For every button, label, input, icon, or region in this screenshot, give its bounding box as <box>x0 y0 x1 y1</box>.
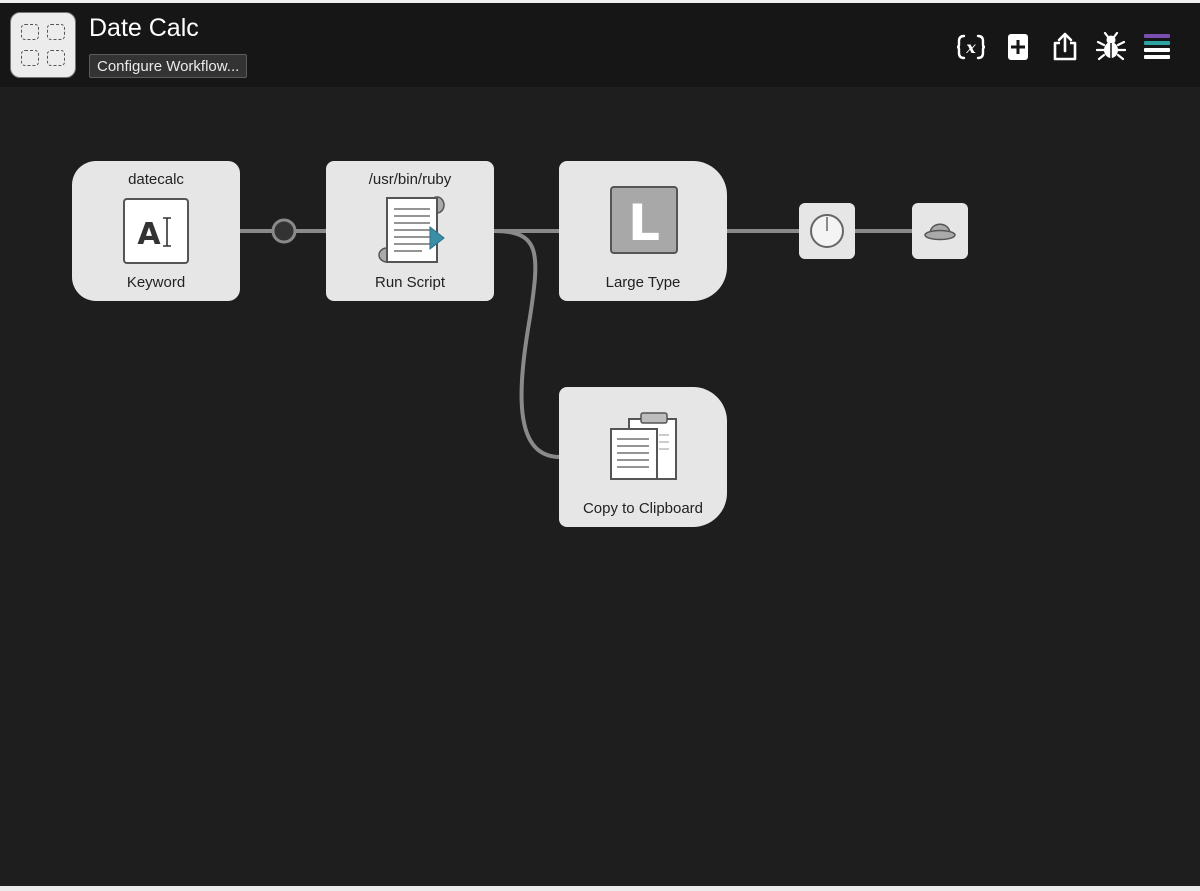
add-object-icon[interactable] <box>1002 29 1034 65</box>
timer-icon <box>810 214 844 248</box>
configure-workflow-button[interactable]: Configure Workflow... <box>89 54 248 78</box>
variables-icon[interactable]: x <box>955 29 987 65</box>
script-scroll-icon <box>376 195 448 272</box>
large-type-icon: L <box>610 186 678 259</box>
run-script-node-title: /usr/bin/ruby <box>368 171 452 188</box>
svg-text:x: x <box>965 38 976 57</box>
export-icon[interactable] <box>1049 29 1081 65</box>
connection-filter-node[interactable] <box>271 218 297 244</box>
clipboard-node-label: Copy to Clipboard <box>582 500 704 517</box>
workflow-window: Date Calc Configure Workflow... x dateca… <box>0 0 1200 886</box>
clipboard-icon <box>609 409 679 486</box>
copy-to-clipboard-node[interactable]: Copy to Clipboard <box>559 387 727 527</box>
hat-icon <box>924 223 956 241</box>
large-type-node-label: Large Type <box>605 274 681 291</box>
placeholder-icon-cell <box>47 24 65 40</box>
workflow-app-icon[interactable] <box>10 12 76 78</box>
placeholder-icon-cell <box>47 50 65 66</box>
workflow-canvas[interactable]: datecalc A Keyword /usr/bin/ruby Run Scr… <box>0 87 1200 889</box>
keyword-text-icon: A <box>123 198 189 269</box>
hat-node[interactable] <box>912 203 968 259</box>
large-type-node[interactable]: L Large Type <box>559 161 727 301</box>
window-bottom-edge <box>0 886 1200 891</box>
placeholder-icon-cell <box>21 50 39 66</box>
keyword-node-title: datecalc <box>128 171 184 188</box>
keyword-node-label: Keyword <box>126 274 186 291</box>
workflow-title: Date Calc <box>89 14 199 42</box>
menu-icon[interactable] <box>1141 29 1173 65</box>
keyword-node[interactable]: datecalc A Keyword <box>72 161 240 301</box>
svg-text:L: L <box>628 194 660 252</box>
placeholder-icon-cell <box>21 24 39 40</box>
svg-text:A: A <box>137 217 161 252</box>
run-script-node[interactable]: /usr/bin/ruby Run Script <box>326 161 494 301</box>
run-script-node-label: Run Script <box>374 274 446 291</box>
workflow-header: Date Calc Configure Workflow... x <box>0 3 1200 87</box>
debug-icon[interactable] <box>1095 29 1127 65</box>
delay-node[interactable] <box>799 203 855 259</box>
